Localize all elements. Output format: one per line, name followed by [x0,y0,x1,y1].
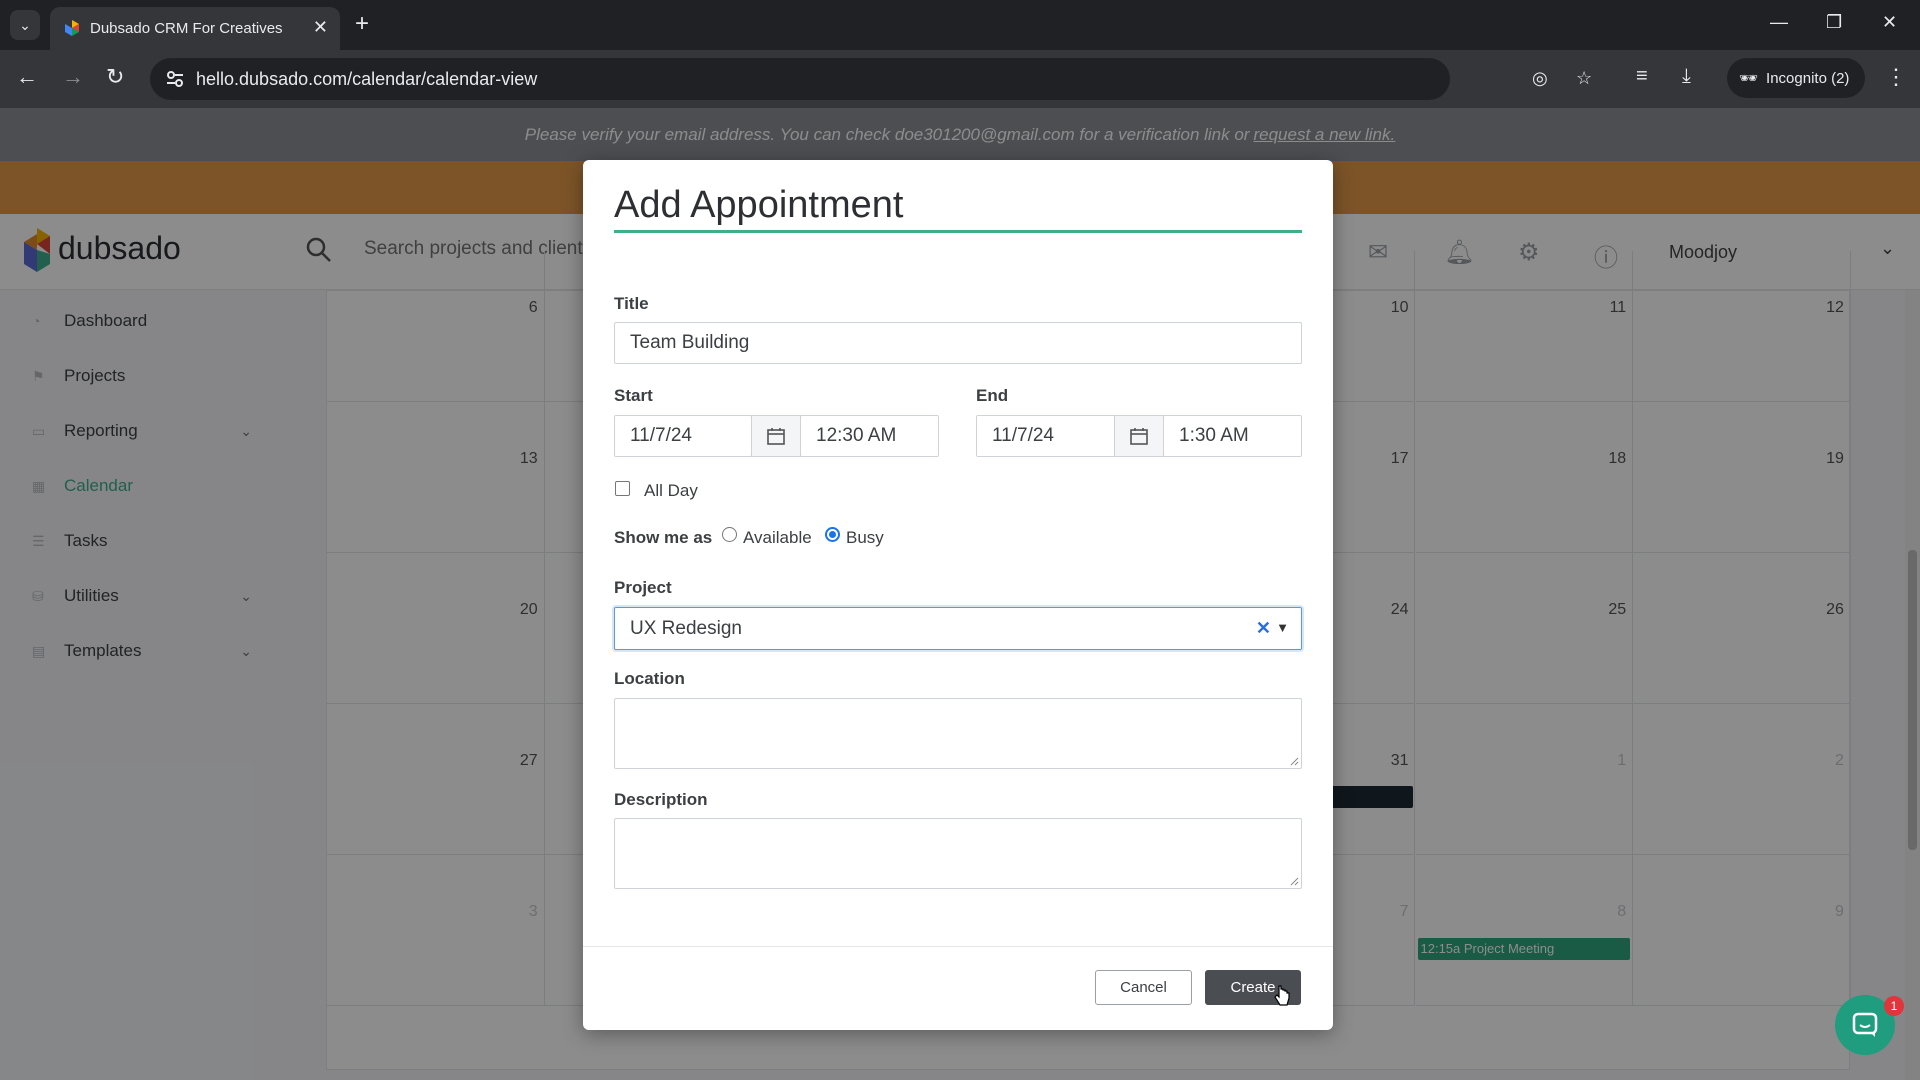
restore-icon[interactable]: ❐ [1826,12,1842,33]
project-selected-value: UX Redesign [630,617,742,639]
forward-icon[interactable]: → [62,65,84,89]
chat-icon [1852,1012,1878,1037]
end-time-input[interactable]: 1:30 AM [1163,415,1302,457]
available-radio[interactable] [722,527,737,542]
media-control-icon[interactable]: ≡ [1636,65,1648,88]
start-date-picker-button[interactable] [751,415,801,457]
available-label: Available [743,528,812,547]
title-input[interactable]: Team Building [614,322,1302,364]
all-day-label: All Day [644,481,698,500]
clear-selection-icon[interactable]: ✕ [1256,618,1271,639]
project-select[interactable]: UX Redesign ✕ ▼ [614,607,1302,650]
start-time-input[interactable]: 12:30 AM [800,415,939,457]
browser-toolbar: ← → ↻ hello.dubsado.com/calendar/calenda… [0,50,1920,108]
end-label: End [976,386,1009,405]
window-close-icon[interactable]: ✕ [1882,12,1897,33]
location-label: Location [614,669,685,688]
new-tab-icon[interactable]: + [355,12,369,36]
description-textarea[interactable] [614,818,1302,889]
back-icon[interactable]: ← [16,65,38,89]
browser-tab[interactable]: Dubsado CRM For Creatives ✕ [50,7,340,50]
bookmark-star-icon[interactable]: ☆ [1576,68,1592,89]
download-icon[interactable]: ⤓ [1682,65,1691,88]
reload-icon[interactable]: ↻ [106,65,124,89]
end-date-picker-button[interactable] [1114,415,1164,457]
project-label: Project [614,578,672,597]
browser-menu-icon[interactable]: ⋮ [1885,64,1907,90]
show-me-as-label: Show me as [614,528,713,547]
resize-handle-icon[interactable] [1289,876,1299,886]
start-label: Start [614,386,653,405]
location-textarea[interactable] [614,698,1302,769]
calendar-icon [767,428,785,445]
title-underline [614,230,1302,233]
tab-close-icon[interactable]: ✕ [313,17,328,38]
eye-off-icon[interactable]: ◎ [1532,68,1548,89]
dubsado-favicon-icon [65,20,79,36]
url-text: hello.dubsado.com/calendar/calendar-view [196,69,538,89]
footer-divider [583,946,1333,947]
address-bar[interactable]: hello.dubsado.com/calendar/calendar-view… [150,58,1592,100]
busy-radio[interactable] [825,527,840,542]
calendar-icon [1130,428,1148,445]
title-label: Title [614,294,649,313]
start-date-input[interactable]: 11/7/24 [614,415,752,457]
chat-notification-badge: 1 [1884,996,1904,1016]
resize-handle-icon[interactable] [1289,756,1299,766]
mouse-cursor-icon [1274,985,1290,1006]
tab-title: Dubsado CRM For Creatives [90,20,283,37]
tab-list-button[interactable]: ⌄ [10,10,40,40]
description-label: Description [614,790,708,809]
minimize-icon[interactable]: — [1770,12,1788,33]
incognito-icon: 🕶 [1739,70,1759,87]
all-day-checkbox[interactable] [615,481,630,496]
incognito-indicator[interactable]: 🕶 Incognito (2) [1727,58,1865,98]
site-settings-icon[interactable] [164,68,186,90]
cancel-button[interactable]: Cancel [1095,970,1192,1005]
modal-title: Add Appointment [614,184,904,226]
add-appointment-modal: Add Appointment Title Team Building Star… [583,160,1333,1030]
busy-label: Busy [846,528,884,547]
end-date-input[interactable]: 11/7/24 [976,415,1116,457]
browser-tabbar: ⌄ Dubsado CRM For Creatives ✕ + — ❐ ✕ [0,0,1920,50]
incognito-label: Incognito (2) [1766,69,1850,87]
caret-down-icon[interactable]: ▼ [1276,620,1289,635]
